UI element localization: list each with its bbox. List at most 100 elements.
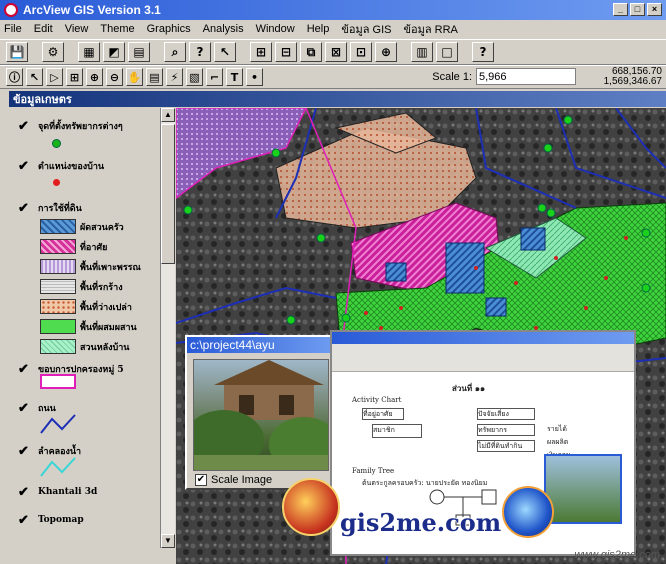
- document-heading: ส่วนที่ ๑๑: [452, 383, 486, 393]
- select-button[interactable]: ↖: [214, 42, 236, 62]
- help-button[interactable]: ?: [472, 42, 494, 62]
- hotlink-tool[interactable]: ⚡: [166, 68, 183, 86]
- legend-swatch: [40, 239, 76, 254]
- menu-analysis[interactable]: Analysis: [203, 23, 244, 35]
- layer-name: Topomap: [38, 515, 84, 525]
- open-theme-table-button[interactable]: ▤: [128, 42, 150, 62]
- legend-swatch: [40, 339, 76, 354]
- toc-scrollbar[interactable]: ▲ ▼: [160, 108, 175, 548]
- layer-name: จุดที่ตั้งทรัพยากรต่างๆ: [38, 122, 123, 132]
- layer-visibility-checkbox[interactable]: ✔: [18, 200, 32, 216]
- gis2me-badge-icon: [282, 478, 340, 536]
- layout-button[interactable]: ▥: [411, 42, 433, 62]
- point-symbol: [53, 179, 60, 186]
- save-button[interactable]: 💾: [6, 42, 28, 62]
- road-line-symbol: [40, 414, 76, 434]
- select-feature-tool[interactable]: ⊞: [66, 68, 83, 86]
- doc-box: ที่อยู่อาศัย: [362, 408, 404, 420]
- find-button[interactable]: ⌕: [164, 42, 186, 62]
- legend-item: พื้นที่รกร้าง: [40, 279, 123, 294]
- zoom-active-button[interactable]: ⊟: [275, 42, 297, 62]
- label-tool[interactable]: ⌐: [206, 68, 223, 86]
- query-button[interactable]: ?: [189, 42, 211, 62]
- image-window[interactable]: c:\project44\ayu ✔ Scale Image: [185, 335, 335, 490]
- doc-side-note: รายได้: [547, 425, 567, 433]
- layer-landuse[interactable]: ✔ การใช้ที่ดิน: [18, 200, 82, 216]
- zoom-full-button[interactable]: ⊞: [250, 42, 272, 62]
- pointer-tool[interactable]: ↖: [26, 68, 43, 86]
- menu-edit[interactable]: Edit: [34, 23, 53, 35]
- legend-swatch: [40, 319, 76, 334]
- close-button[interactable]: ×: [647, 3, 662, 16]
- vertex-edit-tool[interactable]: ▷: [46, 68, 63, 86]
- area-of-interest-tool[interactable]: ▧: [186, 68, 203, 86]
- family-tree-label: Family Tree: [352, 467, 395, 475]
- scroll-up-icon[interactable]: ▲: [161, 108, 175, 122]
- menu-graphics[interactable]: Graphics: [147, 23, 191, 35]
- scale-image-checkbox[interactable]: ✔: [195, 474, 207, 486]
- document-toolbar: [332, 344, 634, 372]
- layer-visibility-checkbox[interactable]: ✔: [18, 443, 32, 459]
- layer-topomap[interactable]: ✔ Topomap: [18, 512, 84, 528]
- activity-chart-label: Activity Chart: [352, 396, 402, 404]
- watermark-url: www.gis2me.com: [574, 549, 660, 561]
- zoom-previous-button[interactable]: ⊕: [375, 42, 397, 62]
- globe-logo-icon: [502, 486, 554, 538]
- layer-visibility-checkbox[interactable]: ✔: [18, 118, 32, 134]
- legend-label: ผัดสวนครัว: [80, 222, 124, 233]
- legend-label: พื้นที่รกร้าง: [80, 282, 123, 293]
- point-symbol: [52, 139, 61, 148]
- layer-visibility-checkbox[interactable]: ✔: [18, 484, 32, 500]
- button-bar: 💾 ⚙ ▦ ◩ ▤ ⌕ ? ↖ ⊞ ⊟ ⧉ ⊠ ⊡ ⊕ ▥ □ ?: [0, 39, 666, 65]
- menu-view[interactable]: View: [65, 23, 89, 35]
- scale-image-option[interactable]: ✔ Scale Image: [195, 474, 272, 486]
- menu-rra-data[interactable]: ข้อมูล RRA: [403, 20, 457, 38]
- boundary-symbol: [40, 374, 76, 389]
- table-button[interactable]: ▦: [78, 42, 100, 62]
- locator-button[interactable]: □: [436, 42, 458, 62]
- scale-input[interactable]: [476, 68, 576, 85]
- legend-label: ที่อาศัย: [80, 242, 108, 253]
- watermark-brand: gis2me.com: [340, 508, 502, 537]
- measure-tool[interactable]: ▤: [146, 68, 163, 86]
- select-features-button[interactable]: ◩: [103, 42, 125, 62]
- house-photo: [193, 359, 329, 471]
- draw-point-tool[interactable]: •: [246, 68, 263, 86]
- layer-houses[interactable]: ✔ ตำแหน่งของบ้าน: [18, 158, 104, 174]
- legend-label: พื้นที่เพาะพรรณ: [80, 262, 141, 273]
- scrollbar-thumb[interactable]: [161, 124, 175, 264]
- zoom-in-fixed-button[interactable]: ⊠: [325, 42, 347, 62]
- layer-visibility-checkbox[interactable]: ✔: [18, 361, 32, 377]
- legend-item: ผัดสวนครัว: [40, 219, 124, 234]
- minimize-button[interactable]: _: [613, 3, 628, 16]
- layer-visibility-checkbox[interactable]: ✔: [18, 512, 32, 528]
- zoom-in-tool[interactable]: ⊕: [86, 68, 103, 86]
- menu-theme[interactable]: Theme: [100, 23, 134, 35]
- menu-window[interactable]: Window: [256, 23, 295, 35]
- menu-file[interactable]: File: [4, 23, 22, 35]
- menu-gis-data[interactable]: ข้อมูล GIS: [341, 20, 391, 38]
- layer-3d[interactable]: ✔ Khantali 3d: [18, 484, 97, 500]
- text-tool[interactable]: T: [226, 68, 243, 86]
- image-window-titlebar: c:\project44\ayu: [187, 337, 333, 353]
- pan-tool[interactable]: ✋: [126, 68, 143, 86]
- maximize-button[interactable]: □: [630, 3, 645, 16]
- layer-visibility-checkbox[interactable]: ✔: [18, 400, 32, 416]
- scroll-down-icon[interactable]: ▼: [161, 534, 175, 548]
- zoom-out-tool[interactable]: ⊖: [106, 68, 123, 86]
- legend-item: พื้นที่เพาะพรรณ: [40, 259, 141, 274]
- properties-button[interactable]: ⚙: [42, 42, 64, 62]
- scale-image-label: Scale Image: [211, 474, 273, 486]
- zoom-selected-button[interactable]: ⧉: [300, 42, 322, 62]
- embedded-photo: [544, 454, 622, 524]
- scale-control: Scale 1:: [432, 68, 576, 85]
- coord-y: 1,569,346.67: [603, 76, 662, 87]
- identify-tool[interactable]: ⓘ: [6, 68, 23, 86]
- legend-swatch: [40, 279, 76, 294]
- zoom-out-fixed-button[interactable]: ⊡: [350, 42, 372, 62]
- doc-box: ปัจจัยเสี่ยง: [477, 408, 535, 420]
- menu-help[interactable]: Help: [307, 23, 330, 35]
- layer-visibility-checkbox[interactable]: ✔: [18, 158, 32, 174]
- legend-item: พื้นที่ผสมผสาน: [40, 319, 137, 334]
- layer-resources[interactable]: ✔ จุดที่ตั้งทรัพยากรต่างๆ: [18, 118, 123, 134]
